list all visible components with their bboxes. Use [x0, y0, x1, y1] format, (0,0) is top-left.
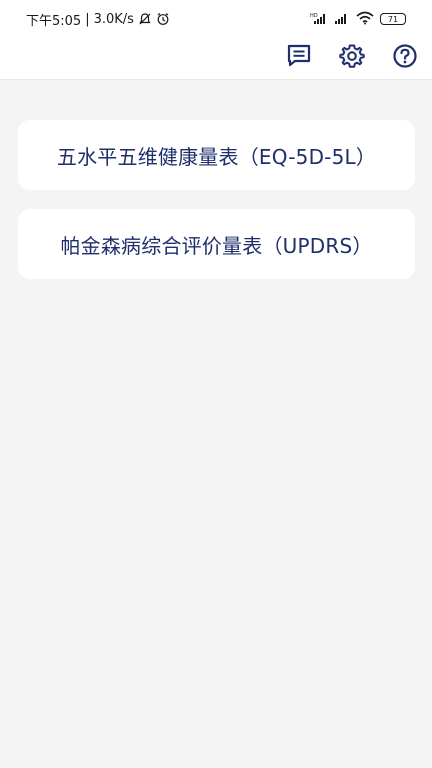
- help-question-icon: [392, 43, 418, 73]
- scale-card-eq5d5l[interactable]: 五水平五维健康量表（EQ-5D-5L）: [18, 120, 415, 190]
- alarm-icon: [156, 12, 170, 26]
- status-bar: 下午5:05 | 3.0K/s HD 71: [0, 0, 432, 38]
- scale-card-updrs[interactable]: 帕金森病综合评价量表（UPDRS）: [18, 209, 415, 279]
- scale-card-label: 帕金森病综合评价量表（UPDRS）: [60, 233, 373, 258]
- battery-level: 71: [387, 14, 399, 24]
- status-speed: 3.0K/s: [93, 11, 134, 27]
- top-toolbar: [0, 38, 432, 80]
- settings-button[interactable]: [337, 43, 367, 73]
- status-time: 下午5:05: [26, 13, 82, 29]
- wifi-icon: [356, 11, 374, 28]
- message-button[interactable]: [284, 43, 314, 73]
- help-button[interactable]: [390, 43, 420, 73]
- mute-bell-icon: [138, 12, 152, 26]
- battery-icon: 71: [380, 13, 406, 25]
- status-left: 下午5:05 | 3.0K/s: [26, 10, 170, 29]
- status-separator: |: [85, 11, 90, 27]
- svg-text:HD: HD: [310, 13, 318, 19]
- signal-icon: [334, 11, 350, 28]
- hd-signal-icon: HD: [310, 11, 328, 28]
- scale-card-label: 五水平五维健康量表（EQ-5D-5L）: [56, 144, 377, 169]
- settings-gear-icon: [339, 43, 365, 73]
- status-right: HD 71: [310, 11, 406, 28]
- message-icon: [286, 43, 312, 73]
